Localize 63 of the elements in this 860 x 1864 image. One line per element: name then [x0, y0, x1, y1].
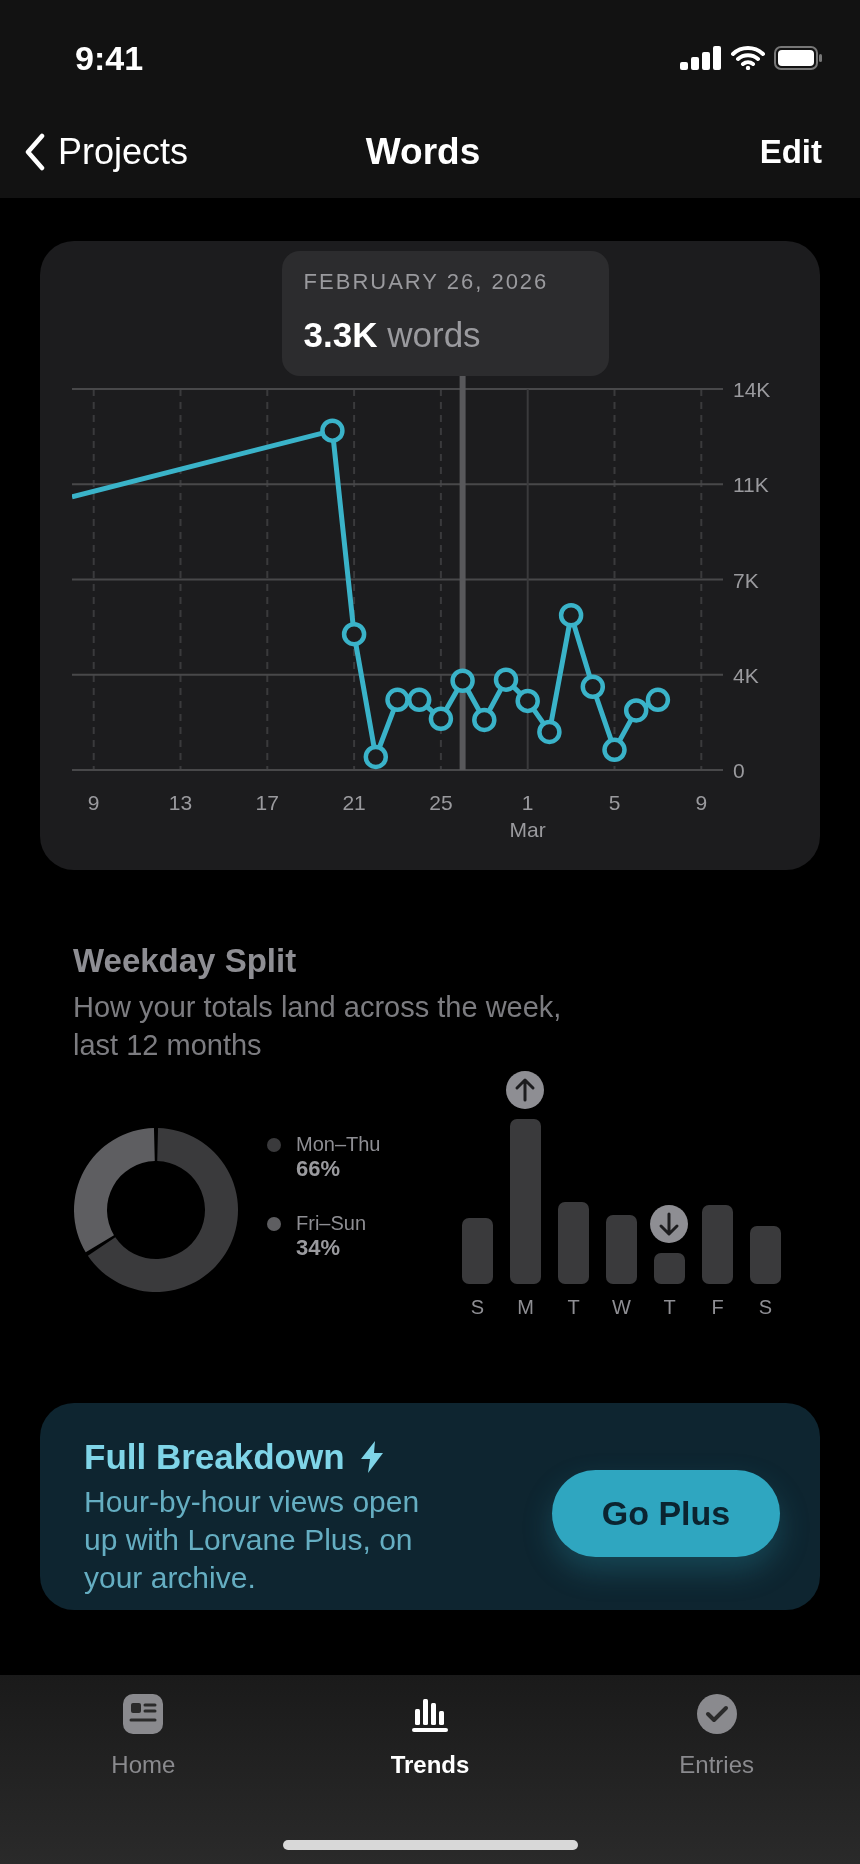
x-axis-label: 9 [695, 791, 708, 814]
section-title: Weekday Split [73, 942, 298, 980]
x-axis-label: 9 [87, 791, 100, 814]
weekday-label: W [612, 1296, 631, 1319]
data-point [558, 602, 584, 628]
x-axis-label: 5 [608, 791, 621, 814]
y-axis-label: 7K [733, 568, 759, 592]
weekday-label: M [517, 1296, 534, 1319]
data-point [472, 707, 497, 733]
status-time: 9:41 [75, 38, 144, 78]
go-plus-button[interactable]: Go Plus [552, 1470, 780, 1557]
signal-icon [680, 46, 722, 70]
data-point [602, 737, 627, 763]
weekday-label: S [758, 1296, 773, 1319]
data-point [385, 687, 410, 713]
legend-value: 34% [296, 1235, 342, 1261]
weekday-label: F [711, 1296, 724, 1319]
y-axis-label: 11K [733, 473, 769, 497]
data-point [320, 418, 345, 443]
back-button[interactable]: Projects [24, 131, 189, 173]
y-axis-label: 4K [733, 663, 759, 687]
tab-item[interactable]: Entries [573, 1693, 860, 1779]
data-point [450, 668, 475, 693]
x-axis-label: 13 [168, 791, 193, 814]
x-axis-label: 21 [342, 791, 366, 814]
y-axis-label: 0 [733, 759, 745, 782]
data-point [537, 719, 562, 745]
checkmark-circle-icon [695, 1693, 738, 1735]
y-axis-label: 14K [733, 378, 771, 401]
weekday-label: S [470, 1296, 485, 1319]
promo-title: Full Breakdown [84, 1437, 345, 1477]
wifi-icon [731, 46, 765, 70]
data-point [580, 674, 606, 699]
x-axis-label: 17 [255, 791, 279, 814]
data-point [493, 667, 519, 692]
data-point [645, 687, 671, 713]
data-point [623, 698, 649, 723]
x-axis-label: 25 [429, 791, 453, 814]
battery-icon [774, 46, 822, 70]
data-point [363, 744, 389, 770]
data-point [406, 687, 432, 713]
arrow-up-icon [506, 1071, 544, 1109]
legend-label: Fri–Sun [296, 1212, 368, 1235]
arrow-down-icon [650, 1204, 688, 1243]
edit-button[interactable]: Edit [759, 133, 822, 171]
weekday-label: T [567, 1296, 580, 1319]
legend-value: 66% [296, 1156, 342, 1182]
screen-title: Words [365, 131, 481, 173]
chevron-left-icon [24, 133, 46, 171]
data-point [341, 621, 367, 647]
tooltip-date: FEBRUARY 26, 2026 [303, 269, 550, 295]
data-point [428, 706, 454, 732]
tab-item[interactable]: Home [0, 1693, 287, 1779]
tab-item[interactable]: Trends [286, 1693, 574, 1779]
weekday-label: T [663, 1296, 676, 1319]
section-subtitle: How your totals land across the week, last 12 months [73, 990, 563, 1063]
x-axis-label: 1 Mar [509, 791, 546, 841]
data-point [515, 688, 540, 714]
promo-text: Hour-by-hour views open up with Lorvane Plus, on your archive. [84, 1484, 421, 1596]
tooltip-value: 3.3K words [303, 315, 482, 355]
lightning-icon [360, 1441, 383, 1473]
legend-label: Mon–Thu [296, 1133, 382, 1156]
newspaper-icon [122, 1693, 165, 1735]
